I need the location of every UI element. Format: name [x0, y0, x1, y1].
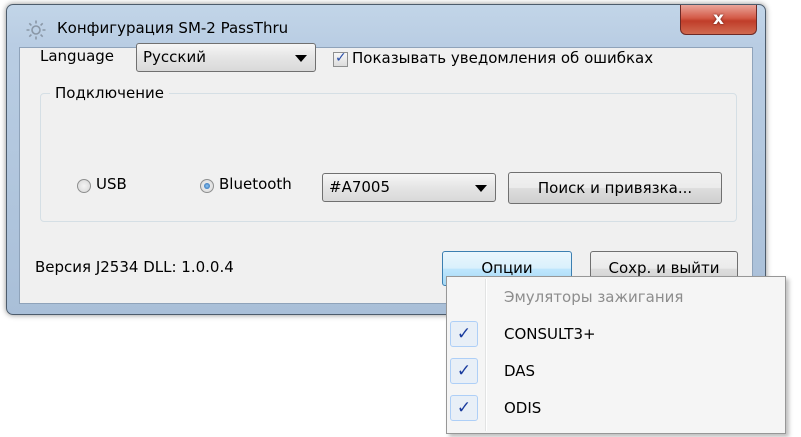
- checkmark-icon: ✓: [450, 395, 478, 421]
- chevron-down-icon: [295, 55, 307, 62]
- chevron-down-icon: [475, 185, 487, 192]
- dll-version-text: Версия J2534 DLL: 1.0.0.4: [35, 258, 234, 276]
- menu-item-label: CONSULT3+: [504, 325, 596, 343]
- language-select[interactable]: Русский: [136, 43, 316, 72]
- title-bar[interactable]: Конфигурация SM-2 PassThru x: [7, 5, 765, 47]
- usb-radio[interactable]: [77, 179, 91, 193]
- bluetooth-radio[interactable]: [200, 179, 214, 193]
- menu-item-label: DAS: [504, 362, 536, 380]
- search-pair-button[interactable]: Поиск и привязка...: [508, 172, 722, 204]
- language-label: Language: [40, 47, 115, 65]
- usb-label[interactable]: USB: [96, 175, 127, 193]
- menu-item-das[interactable]: ✓ DAS: [449, 355, 783, 388]
- checkmark-icon: ✓: [450, 358, 478, 384]
- window-title: Конфигурация SM-2 PassThru: [57, 19, 289, 37]
- device-select-value: #A7005: [329, 178, 391, 196]
- menu-item-ignition-emulators: Эмуляторы зажигания: [449, 281, 783, 314]
- options-menu: Эмуляторы зажигания ✓ CONSULT3+ ✓ DAS ✓ …: [446, 276, 786, 434]
- menu-item-label: ODIS: [504, 399, 542, 417]
- menu-item-odis[interactable]: ✓ ODIS: [449, 392, 783, 425]
- checkmark-icon: ✓: [450, 321, 478, 347]
- gear-icon: [25, 19, 47, 41]
- close-button[interactable]: x: [680, 5, 757, 35]
- connection-group-title: Подключение: [50, 84, 169, 102]
- language-select-value: Русский: [143, 48, 206, 66]
- device-select[interactable]: #A7005: [322, 173, 496, 202]
- menu-item-consult3[interactable]: ✓ CONSULT3+: [449, 318, 783, 351]
- bluetooth-label[interactable]: Bluetooth: [219, 175, 292, 193]
- notify-errors-label[interactable]: Показывать уведомления об ошибках: [352, 49, 653, 67]
- checkmark-icon: ✓: [335, 50, 347, 66]
- menu-item-label: Эмуляторы зажигания: [504, 288, 684, 306]
- notify-errors-checkbox[interactable]: ✓: [333, 50, 348, 67]
